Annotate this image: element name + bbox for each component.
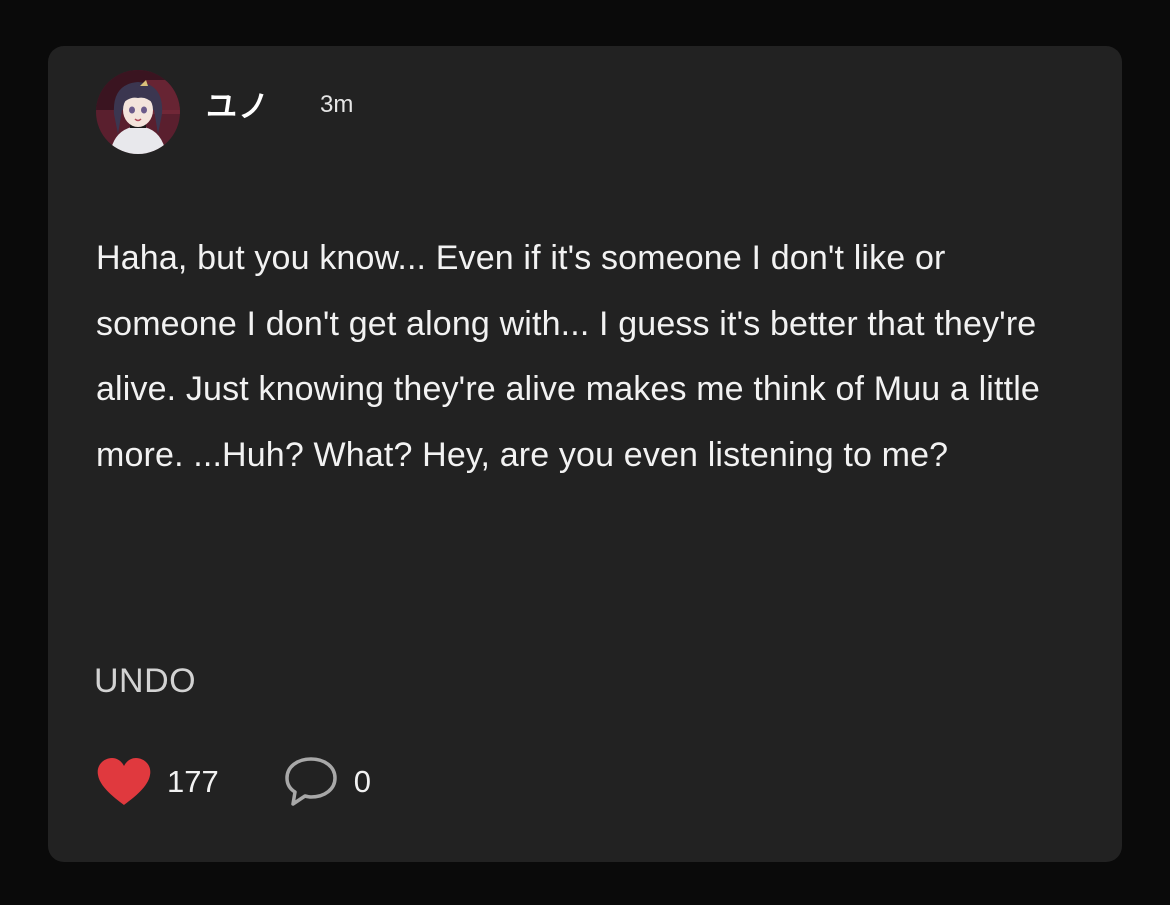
- post-card: ユノ 3m Haha, but you know... Even if it's…: [48, 46, 1122, 862]
- avatar-image: [96, 70, 180, 154]
- post-header: ユノ 3m: [96, 70, 353, 154]
- comment-button[interactable]: 0: [283, 755, 371, 809]
- like-count: 177: [167, 764, 219, 799]
- avatar[interactable]: [96, 70, 180, 154]
- undo-button[interactable]: UNDO: [94, 662, 196, 701]
- post-actions: 177 0: [96, 752, 371, 812]
- speech-bubble-icon: [284, 757, 337, 806]
- post-message: Haha, but you know... Even if it's someo…: [96, 239, 1040, 474]
- like-button[interactable]: 177: [96, 757, 219, 807]
- comment-count: 0: [353, 764, 371, 799]
- author-name[interactable]: ユノ: [206, 81, 270, 126]
- heart-icon: [97, 758, 151, 805]
- post-timestamp: 3m: [320, 91, 354, 118]
